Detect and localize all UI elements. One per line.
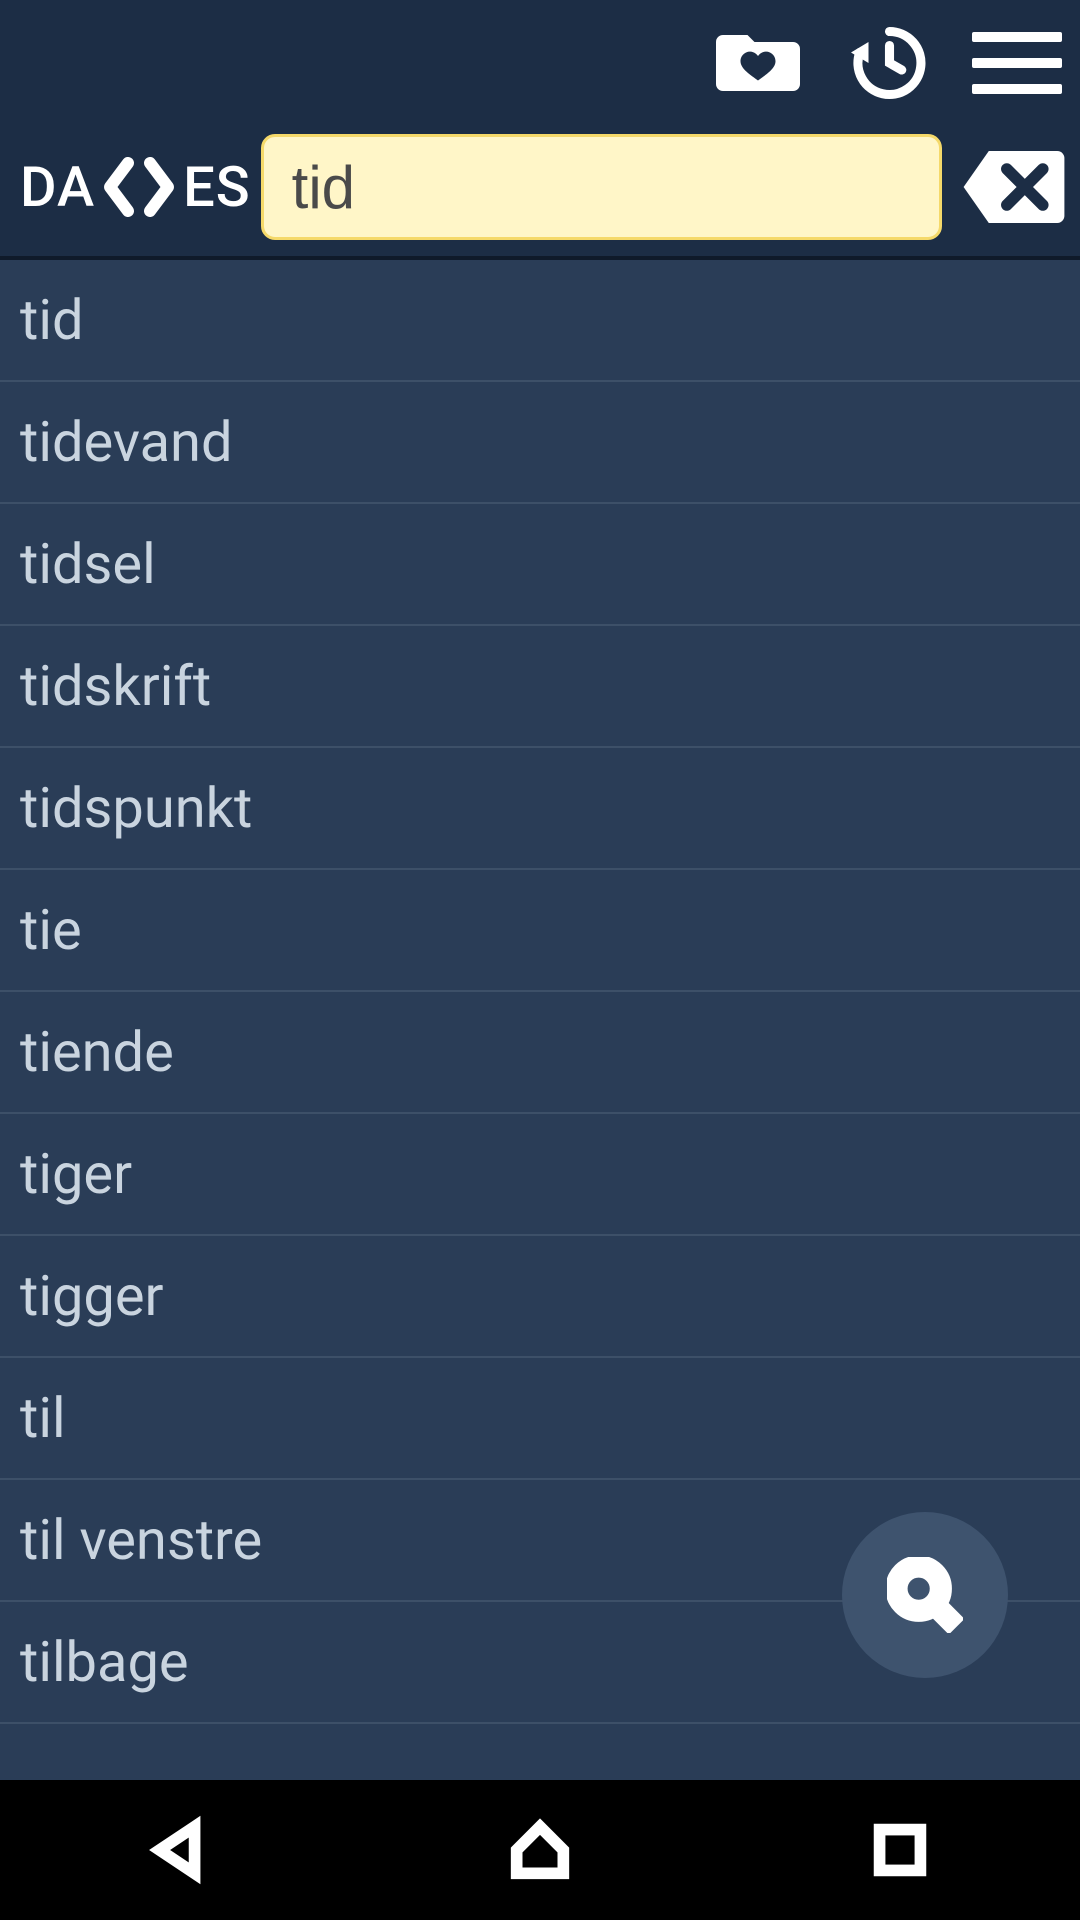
nav-recent-button[interactable] bbox=[800, 1810, 1000, 1890]
menu-button[interactable] bbox=[972, 32, 1062, 94]
chevron-left-icon bbox=[99, 157, 139, 217]
word-text: til venstre bbox=[20, 1507, 262, 1573]
nav-home-button[interactable] bbox=[440, 1810, 640, 1890]
menu-bar-1 bbox=[972, 32, 1062, 42]
word-text: tid bbox=[20, 287, 84, 353]
word-item[interactable]: tiger bbox=[0, 1114, 1080, 1236]
word-text: tidskrift bbox=[20, 653, 211, 719]
word-item[interactable]: tigger bbox=[0, 1236, 1080, 1358]
language-switch[interactable]: DA ES bbox=[20, 154, 251, 220]
search-icon bbox=[887, 1557, 963, 1633]
history-icon bbox=[844, 20, 928, 106]
chevron-right-icon bbox=[139, 157, 179, 217]
app-root: DA ES tid tidevand tidsel tidskrift tids… bbox=[0, 0, 1080, 1780]
search-row: DA ES bbox=[0, 126, 1080, 256]
search-input[interactable] bbox=[261, 134, 942, 240]
word-text: tiende bbox=[20, 1019, 174, 1085]
search-input-wrap bbox=[261, 134, 942, 240]
clear-search-button[interactable] bbox=[960, 146, 1068, 228]
word-text: tidevand bbox=[20, 409, 233, 475]
word-text: tigger bbox=[20, 1263, 164, 1329]
word-text: tidspunkt bbox=[20, 775, 252, 841]
menu-bar-2 bbox=[972, 58, 1062, 68]
word-item[interactable]: tidskrift bbox=[0, 626, 1080, 748]
menu-bar-3 bbox=[972, 84, 1062, 94]
word-text: tilbage bbox=[20, 1629, 189, 1695]
favorites-button[interactable] bbox=[716, 21, 800, 105]
nav-home-icon bbox=[505, 1815, 575, 1885]
word-item[interactable]: til bbox=[0, 1358, 1080, 1480]
nav-back-button[interactable] bbox=[80, 1810, 280, 1890]
word-text: tidsel bbox=[20, 531, 156, 597]
word-text: tie bbox=[20, 897, 82, 963]
history-button[interactable] bbox=[844, 21, 928, 105]
word-item[interactable]: tidsel bbox=[0, 504, 1080, 626]
word-item[interactable]: tiende bbox=[0, 992, 1080, 1114]
word-item[interactable] bbox=[0, 1724, 1080, 1780]
lang-to-label: ES bbox=[183, 154, 251, 220]
top-bar bbox=[0, 0, 1080, 126]
clear-icon bbox=[960, 146, 1068, 228]
lang-from-label: DA bbox=[20, 154, 95, 220]
word-item[interactable]: tie bbox=[0, 870, 1080, 992]
swap-arrows bbox=[99, 157, 179, 217]
word-item[interactable]: tidspunkt bbox=[0, 748, 1080, 870]
system-navbar bbox=[0, 1780, 1080, 1920]
favorites-folder-icon bbox=[716, 23, 800, 103]
nav-recent-icon bbox=[865, 1815, 935, 1885]
word-item[interactable]: tidevand bbox=[0, 382, 1080, 504]
search-fab[interactable] bbox=[842, 1512, 1008, 1678]
word-text: til bbox=[20, 1385, 66, 1451]
nav-back-icon bbox=[145, 1815, 215, 1885]
word-item[interactable]: tid bbox=[0, 260, 1080, 382]
word-text: tiger bbox=[20, 1141, 132, 1207]
